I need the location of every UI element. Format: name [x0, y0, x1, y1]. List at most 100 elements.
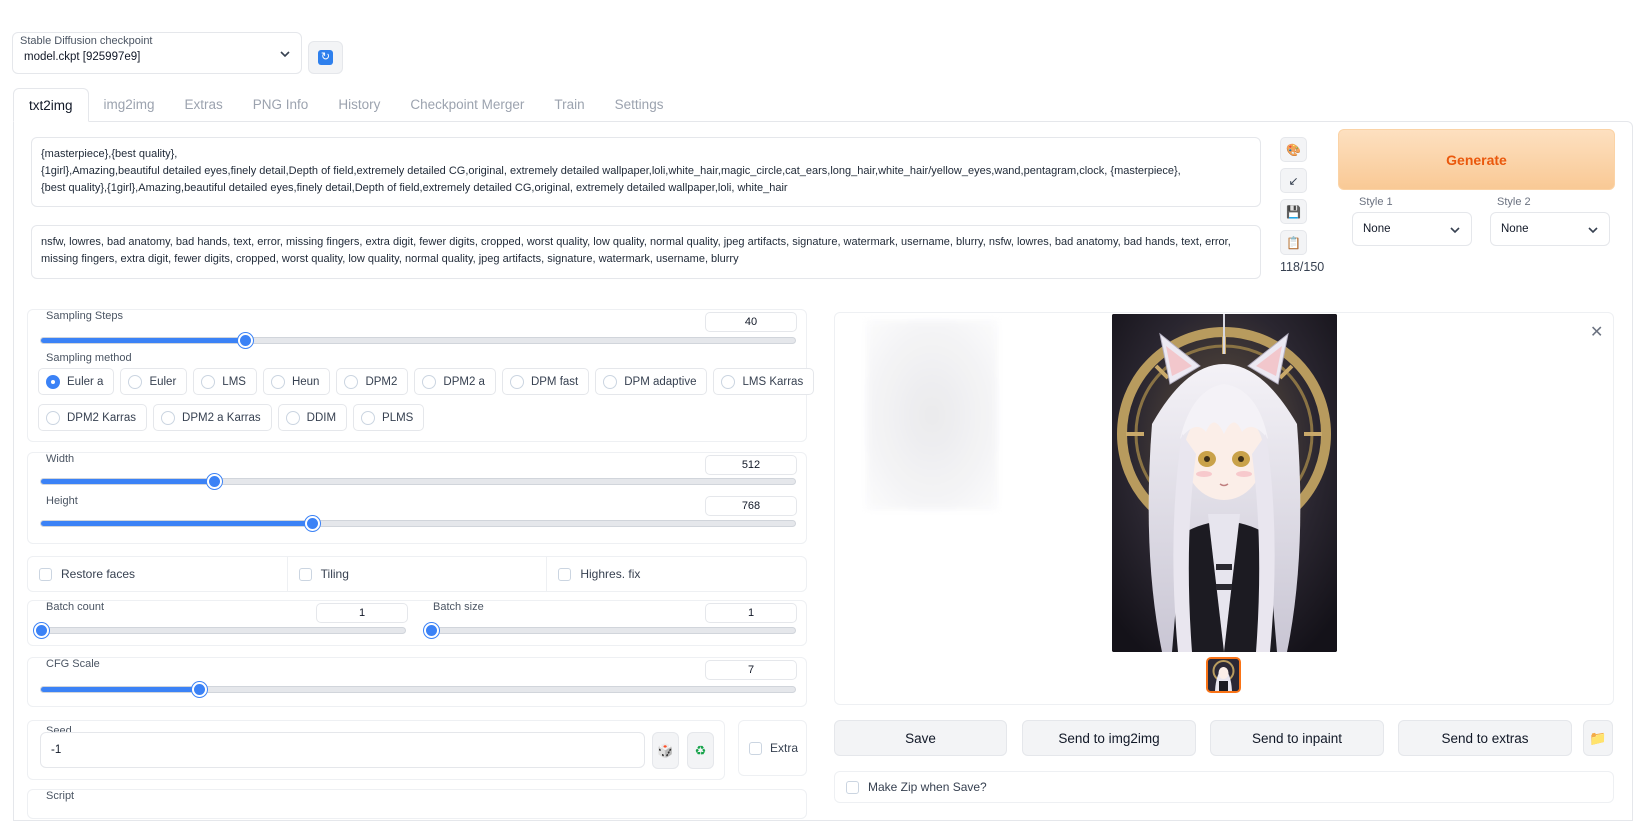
width-slider[interactable]: [40, 474, 796, 489]
sampling-steps-slider[interactable]: [40, 333, 796, 348]
tab-extras[interactable]: Extras: [170, 88, 238, 122]
sampler-option[interactable]: Euler: [120, 368, 188, 395]
style2-value: None: [1501, 223, 1529, 235]
cfg-scale-input[interactable]: 7: [705, 660, 797, 680]
send-to-extras-button[interactable]: Send to extras: [1398, 720, 1572, 756]
seed-input[interactable]: -1: [40, 732, 645, 768]
radio-icon: [509, 374, 524, 389]
sampler-option[interactable]: PLMS: [353, 404, 425, 431]
checkbox-icon[interactable]: [39, 567, 52, 581]
generate-button[interactable]: Generate: [1338, 129, 1615, 190]
slider-thumb[interactable]: [305, 516, 320, 531]
batch-group: Batch count 1 Batch size 1: [27, 600, 807, 646]
apply-style-button[interactable]: 📋: [1280, 230, 1307, 255]
height-slider[interactable]: [40, 516, 796, 531]
sampler-option[interactable]: LMS Karras: [713, 368, 815, 395]
arrow-down-left-icon: ↙: [1288, 173, 1299, 188]
tab-bar: txt2img img2img Extras PNG Info History …: [13, 88, 678, 122]
highres-fix-option[interactable]: Highres. fix: [547, 557, 806, 591]
slider-thumb[interactable]: [207, 474, 222, 489]
checkbox-icon[interactable]: [749, 741, 762, 755]
cfg-scale-slider[interactable]: [40, 682, 796, 697]
prompt-input[interactable]: {masterpiece},{best quality}, {1girl},Am…: [31, 137, 1261, 207]
sampler-option[interactable]: DPM2 a: [414, 368, 496, 395]
sampler-option[interactable]: DPM2 a Karras: [153, 404, 272, 431]
sampler-option[interactable]: DPM fast: [501, 368, 590, 395]
make-zip-label: Make Zip when Save?: [868, 780, 987, 794]
slider-thumb[interactable]: [192, 682, 207, 697]
batch-count-input[interactable]: 1: [316, 603, 408, 623]
close-icon[interactable]: ✕: [1590, 322, 1603, 342]
script-label: Script: [46, 790, 75, 802]
radio-icon: [721, 374, 736, 389]
batch-size-input[interactable]: 1: [705, 603, 797, 623]
tab-history[interactable]: History: [323, 88, 395, 122]
generated-image[interactable]: [1112, 314, 1337, 652]
height-input[interactable]: 768: [705, 496, 797, 516]
random-seed-button[interactable]: 🎲: [652, 732, 679, 769]
paste-params-button[interactable]: ↙: [1280, 168, 1307, 193]
slider-thumb[interactable]: [34, 623, 49, 638]
style1-dropdown[interactable]: None: [1352, 212, 1472, 246]
checkpoint-value: model.ckpt [925997e9]: [24, 51, 141, 63]
palette-icon: 🎨: [1286, 142, 1301, 157]
batch-size-label: Batch size: [433, 601, 484, 613]
tab-train[interactable]: Train: [539, 88, 599, 122]
tab-settings[interactable]: Settings: [600, 88, 679, 122]
radio-icon: [201, 374, 216, 389]
batch-count-slider[interactable]: [34, 623, 406, 638]
sampler-option[interactable]: Euler a: [38, 368, 115, 395]
refresh-icon: ↻: [318, 50, 333, 65]
send-to-inpaint-button[interactable]: Send to inpaint: [1210, 720, 1384, 756]
tiling-label: Tiling: [320, 567, 349, 581]
checkpoint-dropdown[interactable]: Stable Diffusion checkpoint model.ckpt […: [12, 32, 302, 74]
save-button[interactable]: Save: [834, 720, 1007, 756]
sampler-option[interactable]: DPM2 Karras: [38, 404, 148, 431]
sampling-steps-input[interactable]: 40: [705, 312, 797, 332]
tiling-option[interactable]: Tiling: [288, 557, 548, 591]
style2-label: Style 2: [1497, 196, 1531, 208]
style2-group: Style 2 None: [1490, 194, 1610, 246]
send-to-img2img-button[interactable]: Send to img2img: [1022, 720, 1196, 756]
seed-extra-option[interactable]: Extra: [738, 720, 807, 776]
save-icon: 💾: [1286, 204, 1301, 219]
sampler-option[interactable]: DDIM: [277, 404, 348, 431]
refresh-checkpoint-button[interactable]: ↻: [308, 41, 343, 74]
radio-icon: [270, 374, 285, 389]
sampler-option[interactable]: LMS: [193, 368, 257, 395]
checkbox-icon[interactable]: [558, 567, 572, 581]
style2-dropdown[interactable]: None: [1490, 212, 1610, 246]
checkbox-icon[interactable]: [298, 567, 312, 581]
save-style-button[interactable]: 💾: [1280, 199, 1307, 224]
cfg-group: CFG Scale 7: [27, 657, 807, 707]
sampler-option[interactable]: DPM adaptive: [595, 368, 708, 395]
width-label: Width: [46, 453, 75, 465]
sampling-method-row-1: Euler a Euler LMS Heun DPM2 DPM2 a DPM f…: [38, 368, 815, 395]
batch-size-slider[interactable]: [424, 623, 796, 638]
sampler-option[interactable]: DPM2: [336, 368, 409, 395]
tab-txt2img[interactable]: txt2img: [13, 88, 89, 122]
palette-button[interactable]: 🎨: [1280, 137, 1307, 162]
open-folder-button[interactable]: 📁: [1583, 720, 1613, 756]
negative-prompt-input[interactable]: nsfw, lowres, bad anatomy, bad hands, te…: [31, 225, 1261, 279]
slider-thumb[interactable]: [424, 623, 439, 638]
seed-extra-label: Extra: [770, 741, 799, 755]
radio-icon: [285, 410, 300, 425]
tab-img2img[interactable]: img2img: [89, 88, 170, 122]
make-zip-option[interactable]: Make Zip when Save?: [834, 771, 1614, 803]
tab-checkpoint-merger[interactable]: Checkpoint Merger: [395, 88, 539, 122]
reuse-seed-button[interactable]: ♻: [687, 732, 714, 769]
radio-icon: [603, 374, 618, 389]
token-counter: 118/150: [1280, 260, 1325, 274]
slider-thumb[interactable]: [238, 333, 253, 348]
tab-png-info[interactable]: PNG Info: [238, 88, 324, 122]
restore-faces-option[interactable]: Restore faces: [28, 557, 288, 591]
anime-girl-illustration: [1112, 314, 1337, 652]
style1-value: None: [1363, 223, 1391, 235]
sampler-option[interactable]: Heun: [262, 368, 331, 395]
selected-thumbnail[interactable]: [1206, 657, 1241, 693]
checkbox-icon[interactable]: [846, 781, 859, 794]
sampling-method-label: Sampling method: [46, 352, 132, 364]
batch-count-label: Batch count: [46, 601, 105, 613]
width-input[interactable]: 512: [705, 455, 797, 475]
